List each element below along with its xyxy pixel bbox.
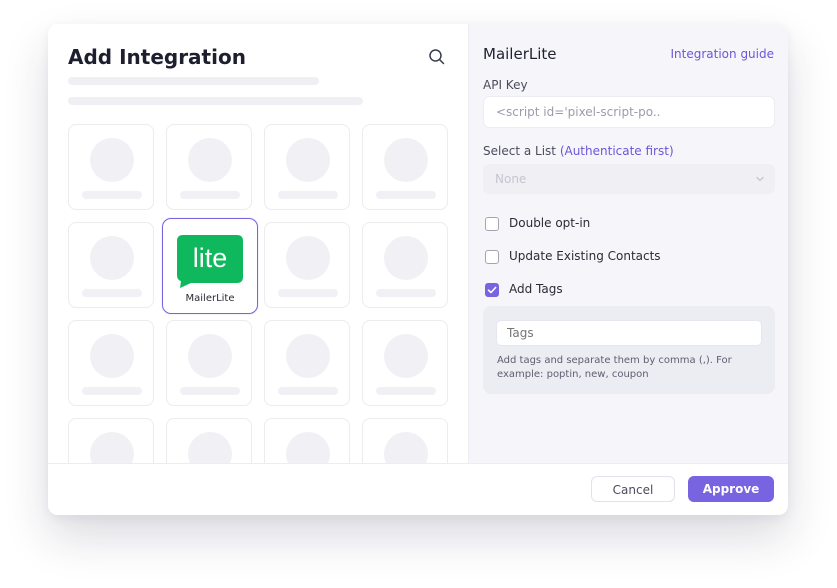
placeholder-logo — [90, 138, 134, 182]
placeholder-label — [82, 191, 142, 199]
integration-card-placeholder[interactable] — [68, 124, 154, 210]
svg-text:lite: lite — [193, 243, 228, 273]
integration-guide-link[interactable]: Integration guide — [671, 47, 775, 61]
integration-name: MailerLite — [483, 45, 557, 63]
integration-card-placeholder[interactable] — [68, 222, 154, 308]
integration-card-placeholder[interactable] — [166, 124, 252, 210]
placeholder-label — [376, 191, 436, 199]
checkbox-label: Double opt-in — [509, 216, 591, 230]
integration-card-label: MailerLite — [185, 293, 235, 304]
check-icon — [487, 286, 497, 294]
placeholder-logo — [384, 432, 428, 463]
integration-card-placeholder[interactable] — [68, 418, 154, 463]
chevron-down-icon — [756, 176, 764, 182]
skeleton-bar — [68, 77, 319, 85]
placeholder-logo — [384, 138, 428, 182]
placeholder-label — [82, 289, 142, 297]
integration-card-placeholder[interactable] — [362, 320, 448, 406]
integration-card-placeholder[interactable] — [264, 222, 350, 308]
integration-card-placeholder[interactable] — [264, 418, 350, 463]
placeholder-logo — [286, 334, 330, 378]
cancel-button[interactable]: Cancel — [591, 476, 675, 502]
placeholder-logo — [188, 334, 232, 378]
checkbox-box[interactable] — [485, 217, 499, 231]
integration-card-placeholder[interactable] — [166, 418, 252, 463]
approve-button[interactable]: Approve — [688, 476, 774, 502]
checkbox-label: Update Existing Contacts — [509, 249, 661, 263]
checkbox-box[interactable] — [485, 283, 499, 297]
placeholder-label — [278, 289, 338, 297]
select-list-label: Select a List (Authenticate first) — [483, 144, 674, 158]
integration-card-placeholder[interactable] — [362, 124, 448, 210]
search-button[interactable] — [428, 48, 446, 66]
api-key-input[interactable] — [483, 96, 775, 128]
integration-picker-panel: Add Integration lite MailerLite — [48, 24, 468, 463]
api-key-label: API Key — [483, 78, 528, 92]
placeholder-label — [180, 191, 240, 199]
placeholder-label — [376, 387, 436, 395]
integration-card-placeholder[interactable] — [264, 124, 350, 210]
placeholder-logo — [90, 236, 134, 280]
tags-panel: Add tags and separate them by comma (,).… — [483, 306, 775, 394]
mailerlite-logo: lite — [177, 235, 243, 289]
integration-card-placeholder[interactable] — [362, 222, 448, 308]
placeholder-logo — [188, 432, 232, 463]
modal-footer: Cancel Approve — [48, 463, 788, 515]
skeleton-bar — [68, 97, 363, 105]
search-icon — [429, 49, 445, 65]
placeholder-logo — [384, 334, 428, 378]
add-integration-modal: Add Integration lite MailerLite MailerLi… — [48, 24, 788, 515]
page-title: Add Integration — [68, 45, 246, 69]
checkbox-label: Add Tags — [509, 282, 563, 296]
integration-card-placeholder[interactable] — [166, 320, 252, 406]
integration-card-mailerlite[interactable]: lite MailerLite — [162, 218, 258, 314]
placeholder-label — [376, 289, 436, 297]
tags-input[interactable] — [496, 320, 762, 346]
placeholder-label — [82, 387, 142, 395]
select-list-label-text: Select a List — [483, 144, 556, 158]
checkbox-box[interactable] — [485, 250, 499, 264]
tags-help-text: Add tags and separate them by comma (,).… — [497, 355, 732, 380]
integration-card-placeholder[interactable] — [264, 320, 350, 406]
list-select[interactable]: None — [483, 164, 775, 194]
integration-card-placeholder[interactable] — [68, 320, 154, 406]
placeholder-logo — [286, 138, 330, 182]
integration-card-placeholder[interactable] — [362, 418, 448, 463]
placeholder-logo — [286, 432, 330, 463]
placeholder-logo — [90, 432, 134, 463]
placeholder-label — [180, 387, 240, 395]
authenticate-hint[interactable]: (Authenticate first) — [560, 144, 674, 158]
placeholder-logo — [286, 236, 330, 280]
placeholder-logo — [188, 138, 232, 182]
placeholder-logo — [384, 236, 428, 280]
placeholder-label — [278, 387, 338, 395]
placeholder-logo — [90, 334, 134, 378]
placeholder-label — [278, 191, 338, 199]
list-select-value: None — [495, 172, 527, 186]
integration-settings-panel: MailerLite Integration guide API Key Sel… — [468, 24, 788, 463]
